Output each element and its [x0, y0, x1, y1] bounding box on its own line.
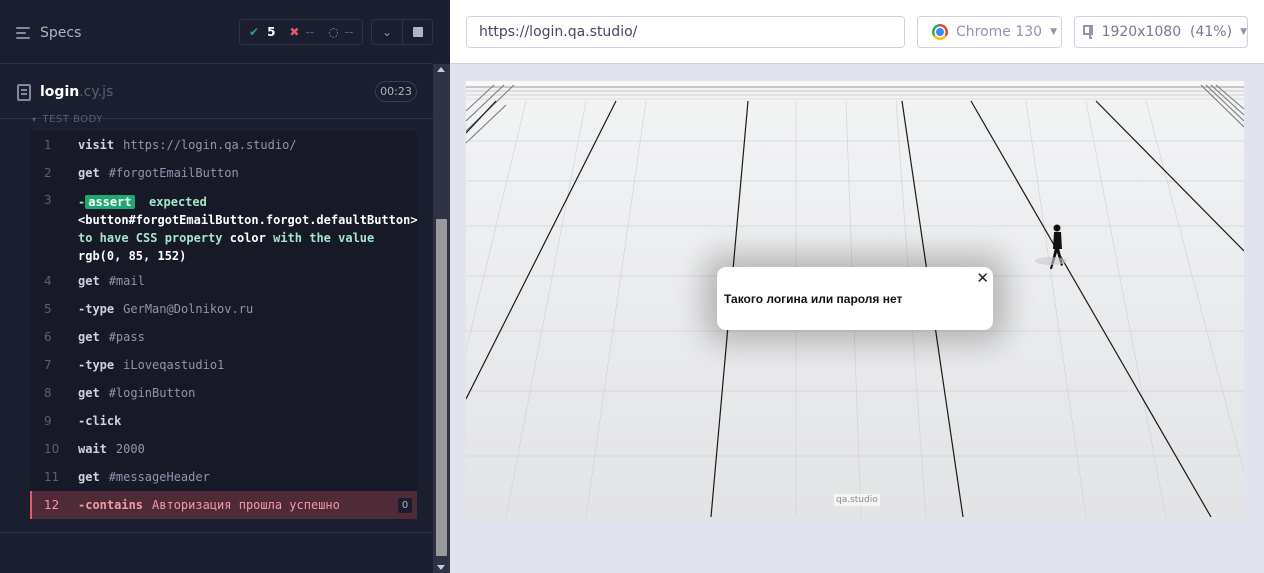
close-icon[interactable]: ✕ [976, 269, 989, 287]
command-row[interactable]: 10 wait 2000 [30, 435, 417, 463]
spec-duration: 00:23 [375, 81, 417, 102]
viewport-selector[interactable]: 1920x1080 (41%) ▼ [1074, 16, 1248, 48]
scroll-up-icon[interactable] [437, 67, 445, 72]
stop-icon [412, 27, 423, 37]
command-row[interactable]: 6 get #pass [30, 323, 417, 351]
chevron-down-icon[interactable]: ⌄ [371, 19, 403, 45]
command-row[interactable]: 4 get #mail [30, 267, 417, 295]
failure-indicator [30, 491, 32, 519]
element-count-badge: 0 [398, 498, 412, 513]
url-field[interactable]: https://login.qa.studio/ [466, 16, 905, 48]
command-row[interactable]: 8 get #loginButton [30, 379, 417, 407]
command-row-assert[interactable]: 3 - assert expected <button#forgotEmailBu… [30, 187, 418, 267]
stop-button[interactable] [402, 19, 433, 45]
spec-header: login.cy.js 00:23 [0, 65, 433, 119]
command-row-failed[interactable]: 12 contains Авторизация прошла успешно 0 [30, 491, 417, 519]
passed-count: ✔ 5 [249, 25, 276, 39]
check-icon: ✔ [249, 25, 260, 39]
message-popup: ✕ Такого логина или пароля нет [717, 267, 993, 330]
assertion-message: - assert expected <button#forgotEmailButt… [78, 195, 418, 263]
file-icon [17, 84, 31, 101]
viewport-size: 1920x1080 [1101, 24, 1182, 40]
scroll-down-icon[interactable] [437, 565, 445, 570]
watermark: qa.studio [834, 494, 880, 506]
command-row[interactable]: 11 get #messageHeader [30, 463, 417, 491]
command-row[interactable]: 5 type GerMan@Dolnikov.ru [30, 295, 417, 323]
command-row[interactable]: 1 visit https://login.qa.studio/ [30, 131, 417, 159]
test-stats: ✔ 5 ✖ -- ◌ -- [239, 19, 363, 45]
test-body-label[interactable]: ▾ TEST BODY [32, 114, 103, 125]
aut-header: https://login.qa.studio/ Chrome 130 ▼ 19… [450, 0, 1264, 64]
reporter-scrollbar[interactable] [433, 64, 450, 573]
command-row[interactable]: 9 click [30, 407, 417, 435]
scrollbar-thumb[interactable] [436, 219, 447, 556]
assert-tag: assert [85, 195, 135, 209]
command-log: 1 visit https://login.qa.studio/ 2 get #… [30, 131, 418, 519]
menu-icon [16, 26, 32, 40]
chevron-down-icon: ▼ [1050, 27, 1058, 37]
pending-icon: ◌ [328, 25, 339, 39]
command-row[interactable]: 7 type iLoveqastudio1 [30, 351, 417, 379]
cross-icon: ✖ [289, 25, 300, 39]
chevron-down-icon: ▾ [32, 115, 37, 124]
spec-file-name[interactable]: login.cy.js [40, 84, 113, 100]
reporter-header: Specs ✔ 5 ✖ -- ◌ -- ⌄ [0, 0, 433, 64]
message-header: Такого логина или пароля нет [724, 292, 903, 306]
divider [0, 532, 433, 533]
aut-panel: https://login.qa.studio/ Chrome 130 ▼ 19… [450, 0, 1264, 573]
viewport-icon [1083, 25, 1093, 39]
failed-count: ✖ -- [289, 25, 315, 39]
pending-count: ◌ -- [328, 25, 354, 39]
reporter-panel: Specs ✔ 5 ✖ -- ◌ -- ⌄ login.cy.js 00:23 ▾ TE… [0, 0, 450, 573]
browser-selector[interactable]: Chrome 130 ▼ [917, 16, 1062, 48]
chevron-down-icon: ▼ [1240, 27, 1247, 37]
command-row[interactable]: 2 get #forgotEmailButton [30, 159, 417, 187]
browser-label: Chrome 130 [956, 24, 1043, 40]
chrome-icon [932, 24, 948, 40]
viewport-zoom: (41%) [1190, 24, 1233, 40]
specs-label: Specs [40, 25, 82, 41]
app-viewport: qa.studio ✕ Такого логина или пароля нет [466, 81, 1244, 517]
specs-button[interactable]: Specs [16, 20, 81, 46]
